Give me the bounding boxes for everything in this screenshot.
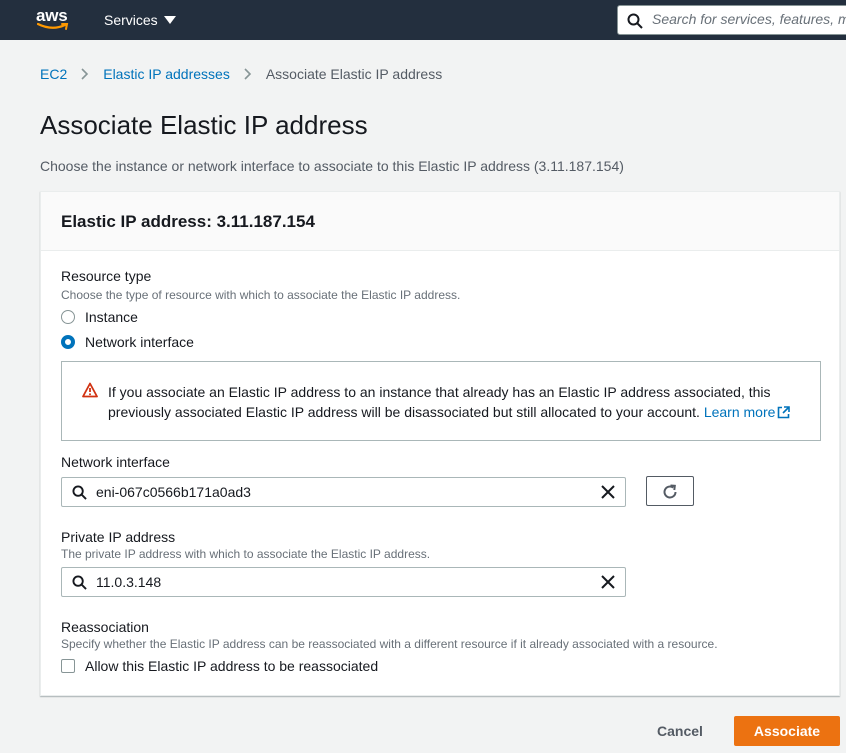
- resource-type-label: Resource type: [61, 268, 152, 284]
- aws-smile-icon: [37, 22, 69, 30]
- search-icon: [627, 13, 643, 29]
- external-link-icon: [778, 406, 791, 419]
- radio-button-selected[interactable]: [61, 335, 75, 349]
- clear-icon[interactable]: [601, 575, 615, 589]
- warning-icon: [82, 382, 98, 398]
- elastic-ip-panel: Elastic IP address: 3.11.187.154 Resourc…: [40, 191, 840, 696]
- panel-header-title: Elastic IP address: 3.11.187.154: [61, 212, 315, 231]
- private-ip-input[interactable]: 11.0.3.148: [61, 567, 626, 597]
- refresh-icon: [663, 484, 677, 499]
- breadcrumb: EC2 Elastic IP addresses Associate Elast…: [40, 66, 442, 82]
- warning-message: If you associate an Elastic IP address t…: [108, 382, 808, 422]
- network-interface-input[interactable]: eni-067c0566b171a0ad3: [61, 477, 626, 507]
- radio-button[interactable]: [61, 310, 75, 324]
- radio-network-interface[interactable]: Network interface: [61, 334, 194, 350]
- aws-logo[interactable]: aws: [36, 4, 72, 36]
- page-title: Associate Elastic IP address: [40, 110, 368, 140]
- resource-type-hint: Choose the type of resource with which t…: [61, 288, 461, 302]
- search-icon: [72, 485, 87, 500]
- private-ip-value: 11.0.3.148: [96, 574, 162, 590]
- radio-network-interface-label: Network interface: [85, 334, 194, 350]
- reassociation-label: Reassociation: [61, 619, 149, 635]
- radio-instance[interactable]: Instance: [61, 309, 138, 325]
- reassociation-checkbox-label: Allow this Elastic IP address to be reas…: [85, 658, 379, 674]
- reassociation-hint: Specify whether the Elastic IP address c…: [61, 637, 718, 651]
- cancel-button[interactable]: Cancel: [640, 716, 720, 746]
- panel-header: Elastic IP address: 3.11.187.154: [41, 192, 839, 251]
- breadcrumb-ec2[interactable]: EC2: [40, 66, 67, 82]
- breadcrumb-current: Associate Elastic IP address: [265, 66, 443, 82]
- services-label: Services: [104, 12, 158, 28]
- services-menu[interactable]: Services: [104, 0, 176, 40]
- radio-instance-label: Instance: [85, 309, 138, 325]
- associate-button[interactable]: Associate: [734, 716, 840, 746]
- caret-down-icon: [163, 16, 176, 24]
- breadcrumb-elastic-ip-addresses[interactable]: Elastic IP addresses: [103, 66, 230, 82]
- chevron-right-icon: [81, 68, 89, 80]
- reassociation-checkbox[interactable]: [61, 659, 75, 673]
- network-interface-value: eni-067c0566b171a0ad3: [96, 484, 251, 500]
- clear-icon[interactable]: [601, 485, 615, 499]
- refresh-button[interactable]: [646, 476, 694, 506]
- network-interface-label: Network interface: [61, 454, 170, 470]
- global-search[interactable]: [617, 5, 846, 35]
- learn-more-label: Learn more: [703, 404, 776, 420]
- chevron-right-icon: [244, 68, 252, 80]
- page-description: Choose the instance or network interface…: [40, 158, 624, 174]
- learn-more-link[interactable]: Learn more: [704, 404, 791, 420]
- top-navigation-bar: aws Services: [0, 0, 846, 40]
- private-ip-hint: The private IP address with which to ass…: [61, 547, 431, 561]
- warning-message-text: If you associate an Elastic IP address t…: [108, 384, 771, 420]
- warning-alert: If you associate an Elastic IP address t…: [61, 361, 821, 441]
- reassociation-checkbox-row[interactable]: Allow this Elastic IP address to be reas…: [61, 658, 378, 674]
- private-ip-label: Private IP address: [61, 529, 176, 545]
- search-icon: [72, 575, 87, 590]
- global-search-input[interactable]: [652, 11, 846, 27]
